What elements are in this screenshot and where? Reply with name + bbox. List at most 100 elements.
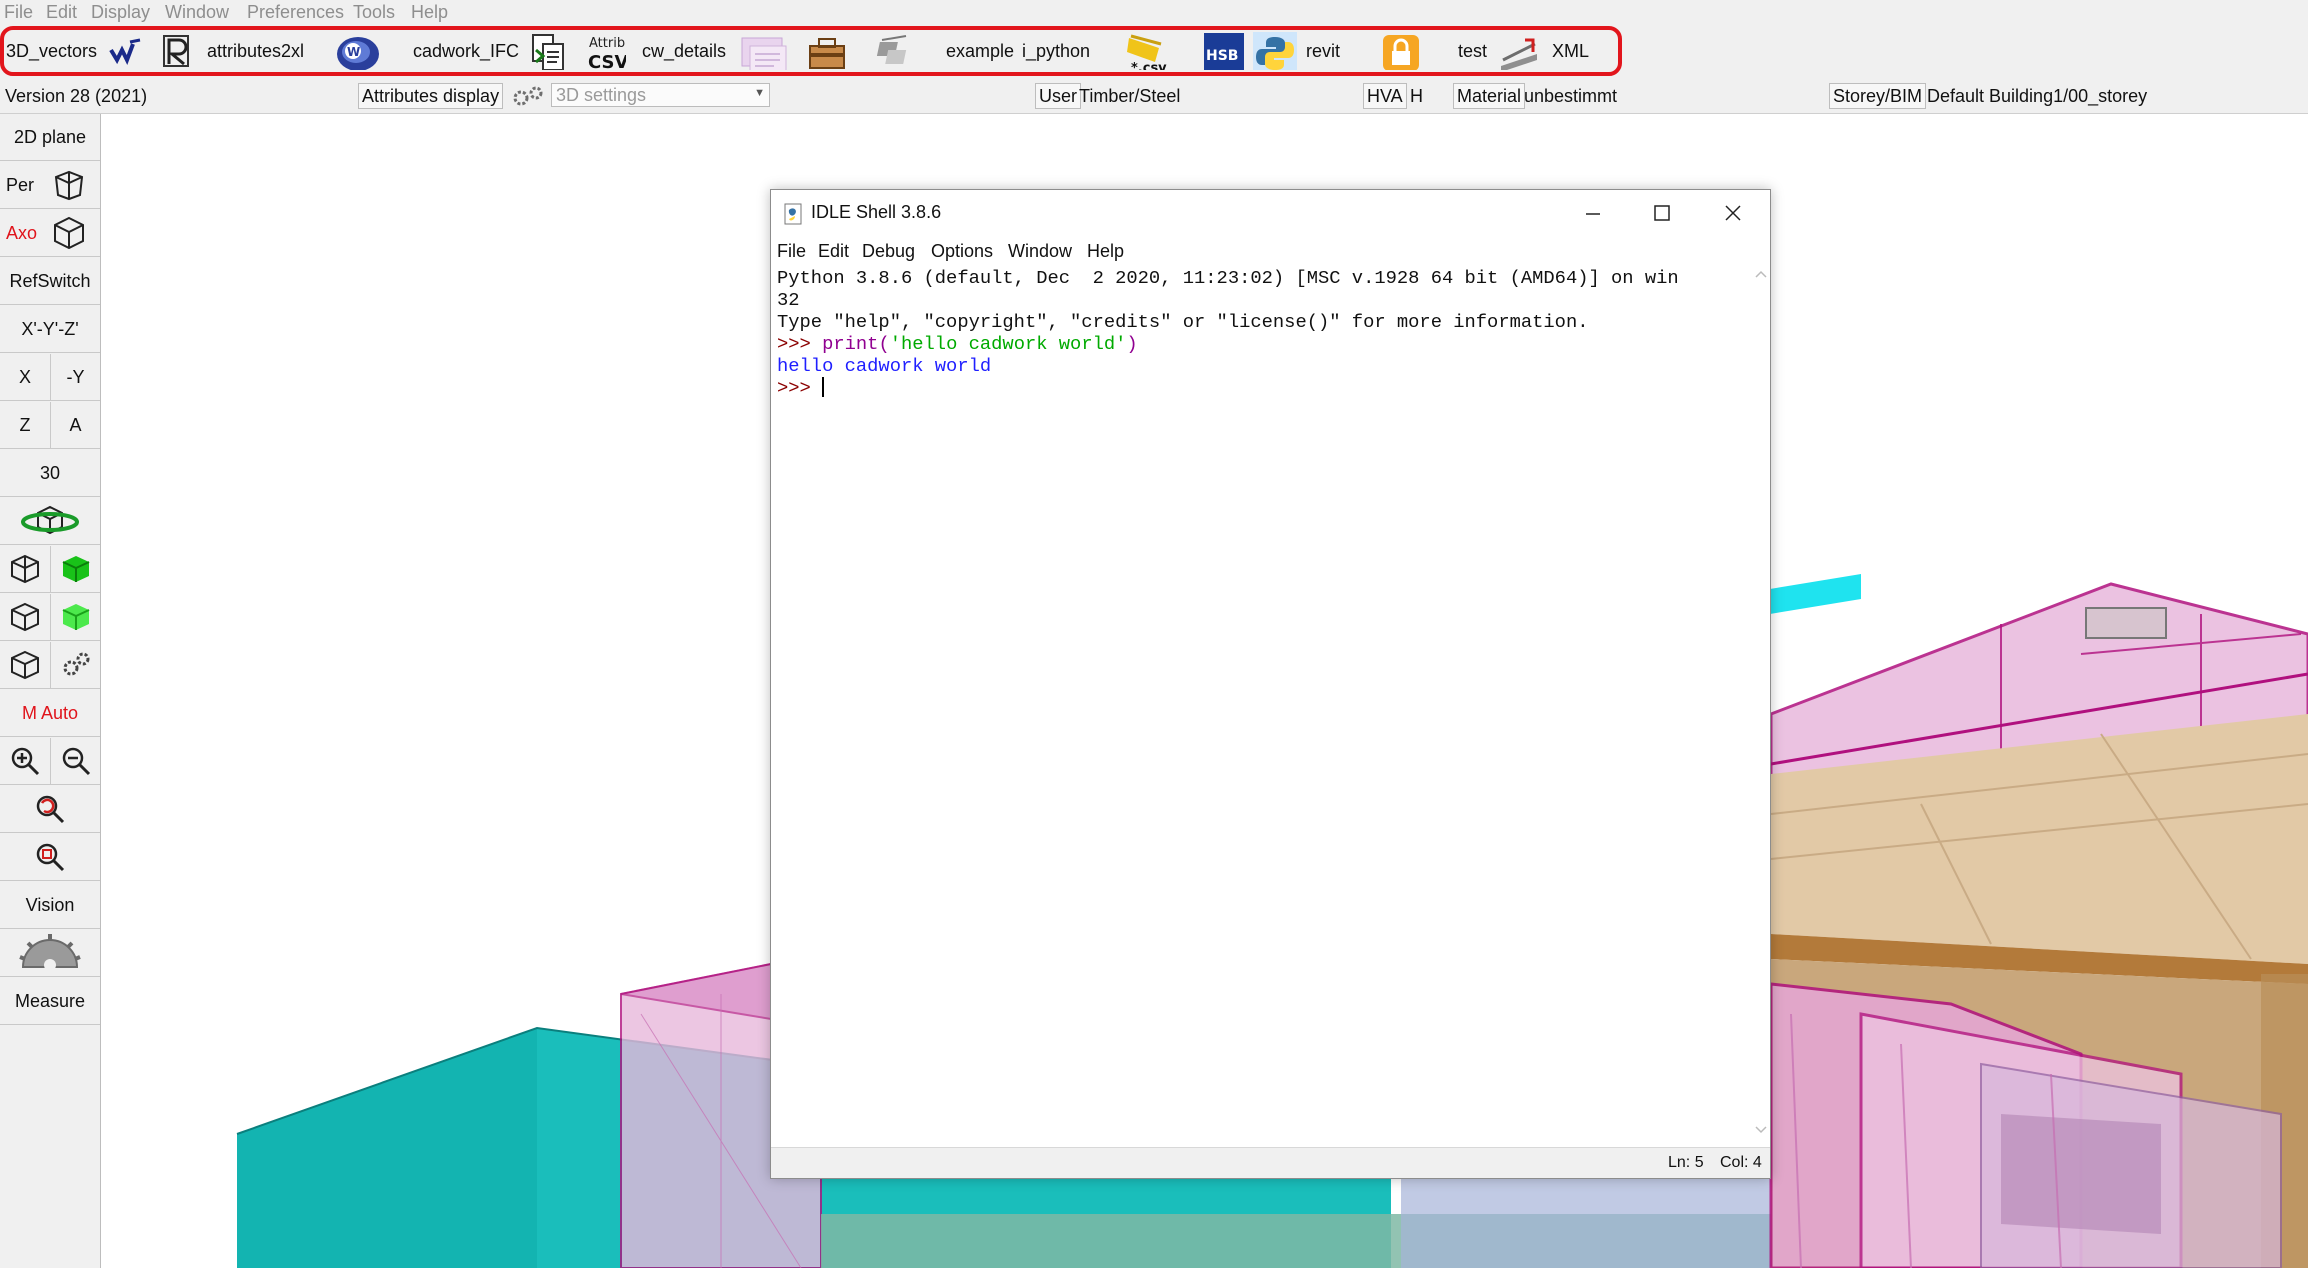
command-string: 'hello cadwork world' <box>889 333 1127 355</box>
version-label: Version 28 (2021) <box>5 86 148 106</box>
zoom-all-button[interactable] <box>0 834 100 881</box>
m-auto-button[interactable]: M Auto <box>0 690 100 737</box>
line-indicator: Ln: 5 <box>1668 1154 1704 1171</box>
vision-button[interactable]: Vision <box>0 882 100 929</box>
attributes-display-button[interactable]: Attributes display <box>358 83 504 109</box>
zoom-in-button[interactable] <box>0 738 50 785</box>
command-output: hello cadwork world <box>777 355 992 377</box>
2d-plane-label: 2D plane <box>13 126 87 147</box>
zoom-previous-button[interactable] <box>0 786 100 833</box>
idle-titlebar[interactable]: IDLE Shell 3.8.6 <box>771 190 1770 237</box>
cyan-beam <box>1770 574 1861 614</box>
storey-value: Default Building1/00_storey <box>1927 86 2148 106</box>
m-auto-label: M Auto <box>21 702 79 723</box>
neg-y-button[interactable]: -Y <box>50 354 100 401</box>
idle-app-icon <box>784 203 802 225</box>
shell-text-area[interactable]: Python 3.8.6 (default, Dec 2 2020, 11:23… <box>777 267 1747 1137</box>
menu-edit[interactable]: Edit <box>46 0 77 24</box>
settings-combo[interactable]: 3D settings ▼ <box>551 83 770 107</box>
axo-cube-icon <box>54 216 84 250</box>
refswitch-label: RefSwitch <box>9 270 91 291</box>
scroll-down-icon[interactable] <box>1755 1125 1767 1135</box>
command-close: ) <box>1126 333 1138 355</box>
close-icon[interactable] <box>1723 203 1743 223</box>
solid-view-button[interactable] <box>50 546 100 593</box>
angle-label: 30 <box>39 462 61 483</box>
axo-button[interactable]: Axo <box>0 210 100 257</box>
chevron-down-icon: ▼ <box>754 87 765 99</box>
banner-line: 32 <box>777 289 800 311</box>
idle-menu-window[interactable]: Window <box>1008 241 1072 262</box>
measure-button[interactable]: Measure <box>0 978 100 1025</box>
material-value: unbestimmt <box>1524 86 1618 106</box>
zoom-in-icon <box>11 747 40 776</box>
menu-window[interactable]: Window <box>165 0 229 24</box>
idle-menu-help[interactable]: Help <box>1087 241 1124 262</box>
banner-line: Type "help", "copyright", "credits" or "… <box>777 311 1589 333</box>
xyz-label: X'-Y'-Z' <box>21 318 79 339</box>
banner-line: Python 3.8.6 (default, Dec 2 2020, 11:23… <box>777 267 1679 289</box>
zoom-out-icon <box>62 747 90 776</box>
view-settings-button[interactable] <box>50 642 100 689</box>
zoom-out-button[interactable] <box>50 738 100 785</box>
menu-tools[interactable]: Tools <box>353 0 395 24</box>
gear-wheel-button[interactable] <box>0 930 100 977</box>
zoom-reset-icon <box>36 795 65 824</box>
material-label[interactable]: Material <box>1453 83 1526 109</box>
rotate-cube-icon <box>21 505 79 535</box>
user-label[interactable]: User <box>1035 83 1082 109</box>
settings-combo-value: 3D settings <box>556 85 647 105</box>
hva-label[interactable]: HVA <box>1363 83 1407 109</box>
neg-y-label: -Y <box>66 366 85 387</box>
wireframe-cube-icon <box>11 554 39 584</box>
app-menubar: File Edit Display Window Preferences Too… <box>0 0 2308 24</box>
idle-shell-window[interactable]: IDLE Shell 3.8.6 File Edit Debug Options… <box>770 189 1771 1179</box>
cube-settings-button[interactable] <box>0 642 50 689</box>
idle-menu-debug[interactable]: Debug <box>862 241 915 262</box>
menu-help[interactable]: Help <box>411 0 448 24</box>
shell-prompt: >>> <box>777 377 823 399</box>
idle-menu-options[interactable]: Options <box>931 241 993 262</box>
rotate-view-button[interactable] <box>0 498 100 545</box>
idle-menu-file[interactable]: File <box>777 241 806 262</box>
angle-30-button[interactable]: 30 <box>0 450 100 497</box>
menu-display[interactable]: Display <box>91 0 150 24</box>
cube-icon <box>11 650 39 680</box>
gears-icon <box>63 652 89 676</box>
hidden-lines-button[interactable] <box>0 594 50 641</box>
wireframe-view-button[interactable] <box>0 546 50 593</box>
menu-preferences[interactable]: Preferences <box>247 0 344 24</box>
toolbar-highlight-frame <box>0 26 1622 76</box>
perspective-button[interactable]: Per <box>0 162 100 209</box>
x-button[interactable]: X <box>0 354 50 401</box>
idle-menu-edit[interactable]: Edit <box>818 241 849 262</box>
storey-label[interactable]: Storey/BIM <box>1829 83 1927 109</box>
lime-cube-icon <box>62 604 89 630</box>
gears-icon[interactable] <box>510 84 546 108</box>
shell-prompt: >>> <box>777 333 823 355</box>
maximize-icon[interactable] <box>1652 203 1672 223</box>
text-cursor <box>822 377 825 397</box>
a-button[interactable]: A <box>50 402 100 449</box>
left-view-panel: 2D plane Per Axo RefSwitch X'-Y'-Z' X -Y… <box>0 114 101 1268</box>
idle-statusbar: Ln: 5 Col: 4 <box>771 1147 1770 1178</box>
menu-file[interactable]: File <box>4 0 33 24</box>
x-label: X <box>18 366 31 387</box>
status-bar: Version 28 (2021) Attributes display 3D … <box>0 80 2308 114</box>
command-function: print( <box>822 333 890 355</box>
outline-cube-icon <box>11 602 39 632</box>
z-label: Z <box>19 414 31 435</box>
z-button[interactable]: Z <box>0 402 50 449</box>
minimize-icon[interactable] <box>1583 204 1603 224</box>
vertical-scrollbar[interactable] <box>1750 265 1770 1139</box>
xyz-button[interactable]: X'-Y'-Z' <box>0 306 100 353</box>
green-cube-icon <box>62 556 89 582</box>
hva-value: H <box>1410 86 1423 106</box>
idle-window-title: IDLE Shell 3.8.6 <box>811 202 942 222</box>
2d-plane-button[interactable]: 2D plane <box>0 114 100 161</box>
idle-menubar: File Edit Debug Options Window Help <box>771 237 1770 265</box>
scroll-up-icon[interactable] <box>1755 269 1767 279</box>
refswitch-button[interactable]: RefSwitch <box>0 258 100 305</box>
perspective-cube-icon <box>54 170 84 201</box>
shaded-view-button[interactable] <box>50 594 100 641</box>
